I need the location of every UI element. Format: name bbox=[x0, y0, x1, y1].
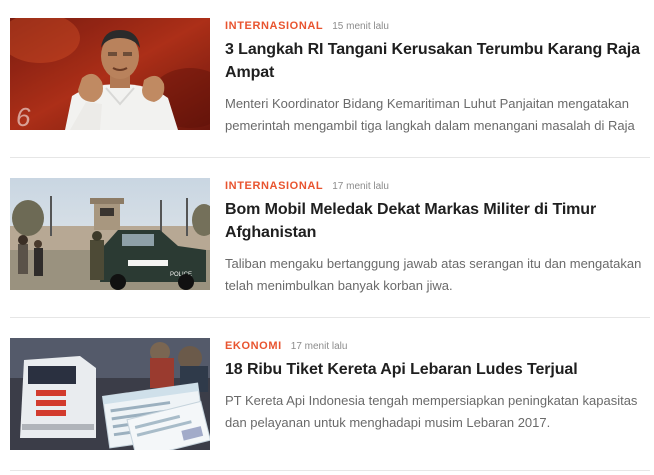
divider bbox=[10, 157, 650, 158]
news-item: EKONOMI 17 menit lalu 18 Ribu Tiket Keret… bbox=[10, 338, 650, 450]
article-meta: INTERNASIONAL 17 menit lalu bbox=[225, 178, 650, 194]
category-link[interactable]: EKONOMI bbox=[225, 340, 282, 352]
article-body: INTERNASIONAL 15 menit lalu 3 Langkah RI … bbox=[225, 18, 650, 137]
article-headline[interactable]: 3 Langkah RI Tangani Kerusakan Terumbu K… bbox=[225, 38, 650, 84]
news-item: 6 INTERNASIONAL 15 menit lalu 3 Langkah R… bbox=[10, 18, 650, 133]
photo-police-checkpoint-image: POLICE bbox=[10, 178, 210, 290]
article-meta: INTERNASIONAL 15 menit lalu bbox=[225, 18, 650, 34]
category-link[interactable]: INTERNASIONAL bbox=[225, 20, 323, 32]
article-thumbnail[interactable]: 6 bbox=[10, 18, 210, 130]
timestamp: 17 menit lalu bbox=[290, 341, 348, 352]
article-summary: PT Kereta Api Indonesia tengah mempersia… bbox=[225, 393, 638, 430]
photo-man-speaking-image: 6 bbox=[10, 18, 210, 130]
photo-train-tickets-image bbox=[10, 338, 210, 450]
article-summary: Taliban mengaku bertanggung jawab atas s… bbox=[225, 256, 642, 293]
article-thumbnail[interactable] bbox=[10, 338, 210, 450]
article-headline[interactable]: 18 Ribu Tiket Kereta Api Lebaran Ludes T… bbox=[225, 358, 650, 381]
article-thumbnail[interactable]: POLICE bbox=[10, 178, 210, 290]
article-meta: EKONOMI 17 menit lalu bbox=[225, 338, 650, 354]
article-headline[interactable]: Bom Mobil Meledak Dekat Markas Militer d… bbox=[225, 198, 650, 244]
news-item: POLICE INTERNASIONAL 17 menit lalu Bom Mo… bbox=[10, 178, 650, 293]
article-summary: Menteri Koordinator Bidang Kemaritiman L… bbox=[225, 96, 635, 133]
article-body: EKONOMI 17 menit lalu 18 Ribu Tiket Keret… bbox=[225, 338, 650, 434]
article-body: INTERNASIONAL 17 menit lalu Bom Mobil Mel… bbox=[225, 178, 650, 297]
timestamp: 15 menit lalu bbox=[332, 21, 389, 32]
timestamp: 17 menit lalu bbox=[332, 181, 389, 192]
divider bbox=[10, 317, 650, 318]
divider bbox=[10, 470, 650, 471]
watermark-logo: 6 bbox=[16, 102, 31, 130]
category-link[interactable]: INTERNASIONAL bbox=[225, 180, 323, 192]
